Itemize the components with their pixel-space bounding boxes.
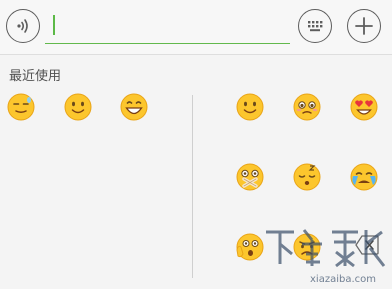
shocked-taped-mouth-emoji[interactable] bbox=[235, 162, 265, 192]
panel-divider bbox=[192, 95, 193, 278]
voice-input-button[interactable] bbox=[6, 9, 40, 43]
watermark-url: xiazaiba.com bbox=[310, 274, 376, 285]
keyboard-toggle-button[interactable] bbox=[298, 9, 332, 43]
smile-emoji[interactable] bbox=[63, 92, 93, 122]
more-options-button[interactable] bbox=[347, 9, 381, 43]
pleading-emoji[interactable] bbox=[292, 92, 322, 122]
voice-wave-icon bbox=[17, 19, 28, 33]
plus-icon bbox=[355, 17, 373, 35]
embarrassed-emoji[interactable] bbox=[6, 92, 36, 122]
grin-emoji[interactable] bbox=[119, 92, 149, 122]
crying-emoji[interactable] bbox=[349, 162, 379, 192]
chat-input-bar bbox=[0, 0, 392, 55]
message-text-field[interactable] bbox=[45, 10, 290, 44]
keyboard-icon bbox=[308, 21, 323, 32]
heart-eyes-emoji[interactable] bbox=[349, 92, 379, 122]
site-watermark: xiazaiba.com bbox=[256, 214, 392, 285]
smile-emoji[interactable] bbox=[235, 92, 265, 122]
text-caret bbox=[53, 15, 55, 35]
recent-section-title: 最近使用 bbox=[9, 69, 62, 84]
download-site-logo-icon: xiazaiba.com bbox=[266, 229, 386, 285]
sleepy-emoji[interactable] bbox=[292, 162, 322, 192]
